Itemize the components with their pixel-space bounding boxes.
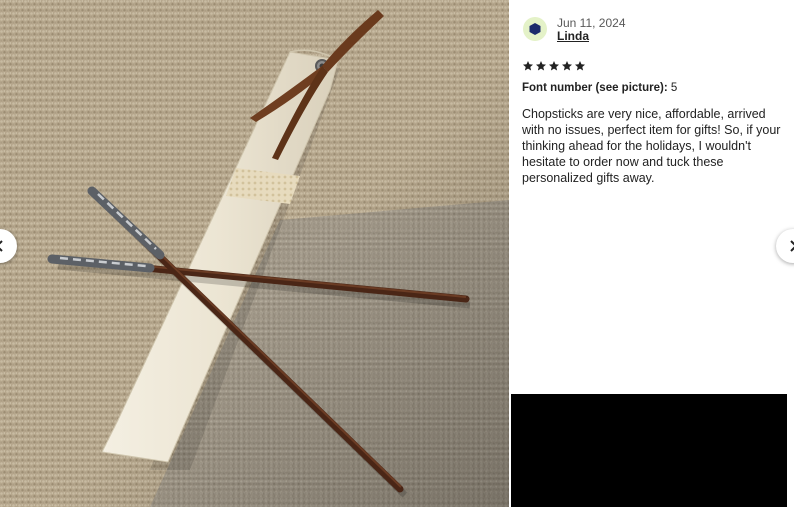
chevron-right-icon: [790, 240, 794, 252]
review-date: Jun 11, 2024: [557, 16, 626, 30]
chopsticks-photo-illustration: [0, 0, 509, 507]
star-icon: [562, 61, 572, 71]
variation-label: Font number (see picture):: [522, 82, 668, 94]
star-icon: [523, 61, 533, 71]
review-panel: Jun 11, 2024 Linda Font number (see pict…: [509, 0, 794, 507]
hexagon-icon: [529, 23, 541, 35]
variation-info: Font number (see picture): 5: [522, 82, 677, 94]
media-thumbnail[interactable]: [511, 394, 787, 507]
star-rating: [522, 60, 586, 72]
review-text: Chopsticks are very nice, affordable, ar…: [522, 107, 781, 185]
chevron-left-icon: [0, 240, 3, 252]
star-icon: [575, 61, 585, 71]
review-photo[interactable]: [0, 0, 509, 507]
variation-value: 5: [670, 82, 678, 94]
reviewer-name-link[interactable]: Linda: [557, 29, 589, 43]
avatar[interactable]: [523, 17, 547, 41]
star-icon: [549, 61, 559, 71]
star-icon: [536, 61, 546, 71]
